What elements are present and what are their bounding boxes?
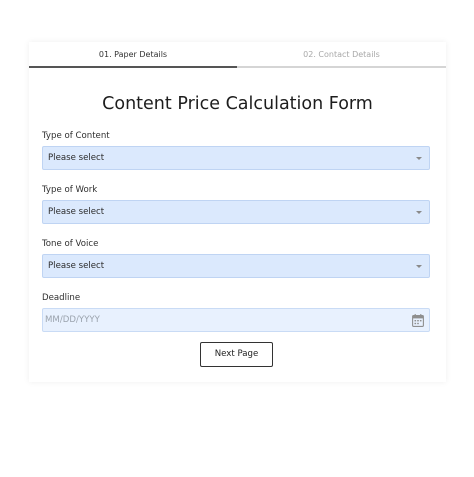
type-of-content-value: Please select (48, 153, 105, 163)
type-of-work-label: Type of Work (42, 185, 98, 195)
step-paper-details[interactable]: 01. Paper Details (29, 50, 237, 59)
type-of-content-select[interactable]: Please select (42, 146, 430, 170)
deadline-placeholder: MM/DD/YYYY (45, 315, 100, 325)
step-progress-active (29, 66, 237, 68)
step-tabs: 01. Paper Details 02. Contact Details (29, 42, 446, 68)
deadline-label: Deadline (42, 293, 81, 303)
type-of-work-select[interactable]: Please select (42, 200, 430, 224)
deadline-date-input[interactable]: MM/DD/YYYY (42, 308, 430, 332)
chevron-down-icon (416, 157, 422, 160)
calendar-icon[interactable] (412, 314, 424, 327)
form-card: 01. Paper Details 02. Contact Details Co… (29, 42, 446, 382)
chevron-down-icon (416, 211, 422, 214)
step-contact-details[interactable]: 02. Contact Details (237, 50, 446, 59)
tone-of-voice-label: Tone of Voice (42, 239, 99, 249)
type-of-work-value: Please select (48, 207, 105, 217)
form-title: Content Price Calculation Form (102, 94, 373, 114)
chevron-down-icon (416, 265, 422, 268)
next-page-button[interactable]: Next Page (200, 342, 273, 367)
tone-of-voice-value: Please select (48, 261, 105, 271)
tone-of-voice-select[interactable]: Please select (42, 254, 430, 278)
type-of-content-label: Type of Content (42, 131, 110, 141)
